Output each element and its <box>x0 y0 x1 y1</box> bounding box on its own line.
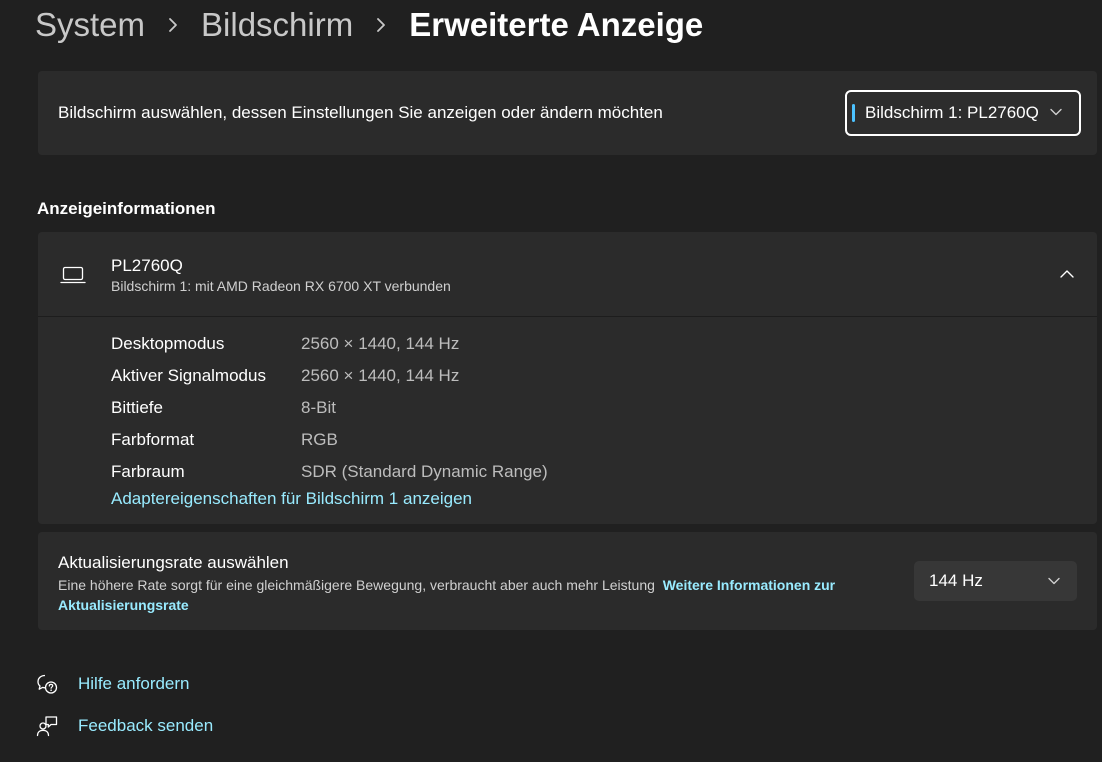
display-select-label: Bildschirm auswählen, dessen Einstellung… <box>58 103 663 122</box>
feedback-link[interactable]: Feedback senden <box>36 715 213 737</box>
display-name: PL2760Q <box>111 256 183 275</box>
info-value: RGB <box>301 430 338 449</box>
info-value: SDR (Standard Dynamic Range) <box>301 462 548 481</box>
settings-page: System Bildschirm Erweiterte Anzeige Bil… <box>0 0 1102 762</box>
help-link[interactable]: Hilfe anfordern <box>36 673 190 695</box>
info-key: Aktiver Signalmodus <box>111 366 266 385</box>
display-subtitle: Bildschirm 1: mit AMD Radeon RX 6700 XT … <box>111 278 451 294</box>
breadcrumb-system[interactable]: System <box>35 2 145 48</box>
display-info-header[interactable]: PL2760Q Bildschirm 1: mit AMD Radeon RX … <box>38 232 1097 317</box>
info-key: Bittiefe <box>111 398 163 417</box>
chevron-right-icon <box>167 16 179 34</box>
display-select-dropdown[interactable]: Bildschirm 1: PL2760Q <box>845 90 1081 136</box>
display-info-card: PL2760Q Bildschirm 1: mit AMD Radeon RX … <box>38 232 1097 524</box>
refresh-rate-description-text: Eine höhere Rate sorgt für eine gleichmä… <box>58 577 655 593</box>
info-row: Farbraum SDR (Standard Dynamic Range) <box>111 456 548 488</box>
refresh-rate-card: Aktualisierungsrate auswählen Eine höher… <box>38 532 1097 630</box>
refresh-rate-description: Eine höhere Rate sorgt für eine gleichmä… <box>58 575 888 615</box>
chevron-down-icon <box>1048 577 1060 585</box>
breadcrumb-bildschirm[interactable]: Bildschirm <box>201 2 353 48</box>
chevron-down-icon <box>1050 108 1062 116</box>
info-value: 2560 × 1440, 144 Hz <box>301 334 460 353</box>
section-title: Anzeigeinformationen <box>37 199 216 218</box>
chevron-right-icon <box>375 16 387 34</box>
info-key: Farbraum <box>111 462 185 481</box>
info-key: Farbformat <box>111 430 195 449</box>
display-select-card: Bildschirm auswählen, dessen Einstellung… <box>38 71 1097 155</box>
info-row: Farbformat RGB <box>111 424 548 456</box>
info-row: Aktiver Signalmodus 2560 × 1440, 144 Hz <box>111 360 548 392</box>
breadcrumb: System Bildschirm Erweiterte Anzeige <box>35 2 703 48</box>
refresh-rate-title: Aktualisierungsrate auswählen <box>58 553 289 572</box>
feedback-person-icon <box>36 716 58 737</box>
laptop-icon <box>60 266 86 284</box>
display-select-value: Bildschirm 1: PL2760Q <box>865 103 1039 122</box>
feedback-link-text: Feedback senden <box>78 716 214 735</box>
info-value: 8-Bit <box>301 398 336 417</box>
refresh-rate-value: 144 Hz <box>929 571 983 590</box>
help-link-text: Hilfe anfordern <box>78 674 190 693</box>
selection-accent <box>852 104 855 122</box>
help-chat-icon <box>37 674 58 694</box>
display-info-rows: Desktopmodus 2560 × 1440, 144 Hz Aktiver… <box>111 328 548 488</box>
info-value: 2560 × 1440, 144 Hz <box>301 366 460 385</box>
info-row: Desktopmodus 2560 × 1440, 144 Hz <box>111 328 548 360</box>
adapter-properties-link[interactable]: Adaptereigenschaften für Bildschirm 1 an… <box>111 489 472 509</box>
info-key: Desktopmodus <box>111 334 225 353</box>
page-title: Erweiterte Anzeige <box>409 6 704 43</box>
info-row: Bittiefe 8-Bit <box>111 392 548 424</box>
chevron-up-icon[interactable] <box>1059 266 1075 282</box>
refresh-rate-dropdown[interactable]: 144 Hz <box>914 561 1077 601</box>
